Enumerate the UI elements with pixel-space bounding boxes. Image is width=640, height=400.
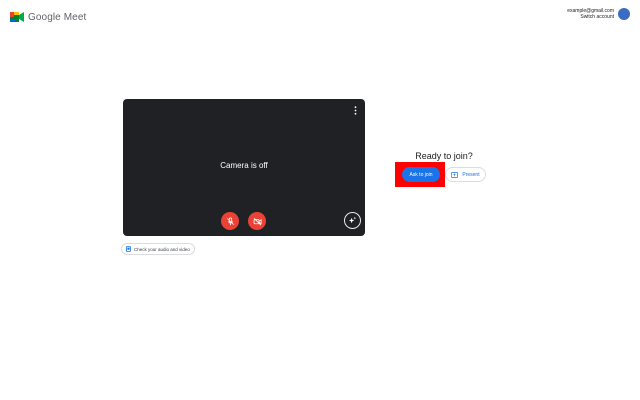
visual-effects-button[interactable] <box>344 212 361 229</box>
app-name: Google Meet <box>28 11 87 23</box>
google-meet-logo[interactable]: Google Meet <box>10 10 86 24</box>
camera-off-message: Camera is off <box>220 161 268 170</box>
check-audio-video-button[interactable]: Check your audio and video <box>121 243 195 255</box>
ask-to-join-button[interactable]: Ask to join <box>402 167 440 182</box>
present-label: Present <box>462 171 480 178</box>
account-info: example@gmail.com Switch account <box>567 8 614 20</box>
video-preview: Camera is off <box>123 99 365 236</box>
check-audio-video-label: Check your audio and video <box>134 246 190 252</box>
camera-off-icon <box>253 217 262 225</box>
microphone-toggle-button[interactable] <box>221 212 239 230</box>
device-check-icon <box>126 246 131 252</box>
switch-account-link[interactable]: Switch account <box>567 14 614 20</box>
visual-effects-icon <box>348 216 357 224</box>
account-area: example@gmail.com Switch account <box>567 8 630 20</box>
present-button[interactable]: Present <box>445 167 486 182</box>
mic-off-icon <box>226 216 234 225</box>
meet-logo-icon <box>10 12 24 22</box>
more-vert-icon <box>354 105 356 115</box>
camera-toggle-button[interactable] <box>248 212 266 230</box>
ready-to-join-title: Ready to join? <box>415 151 473 161</box>
present-icon <box>451 171 459 178</box>
avatar[interactable] <box>618 8 630 20</box>
more-options-button[interactable] <box>351 105 359 115</box>
meet-prejoin-page: Google Meet example@gmail.com Switch acc… <box>0 0 640 400</box>
